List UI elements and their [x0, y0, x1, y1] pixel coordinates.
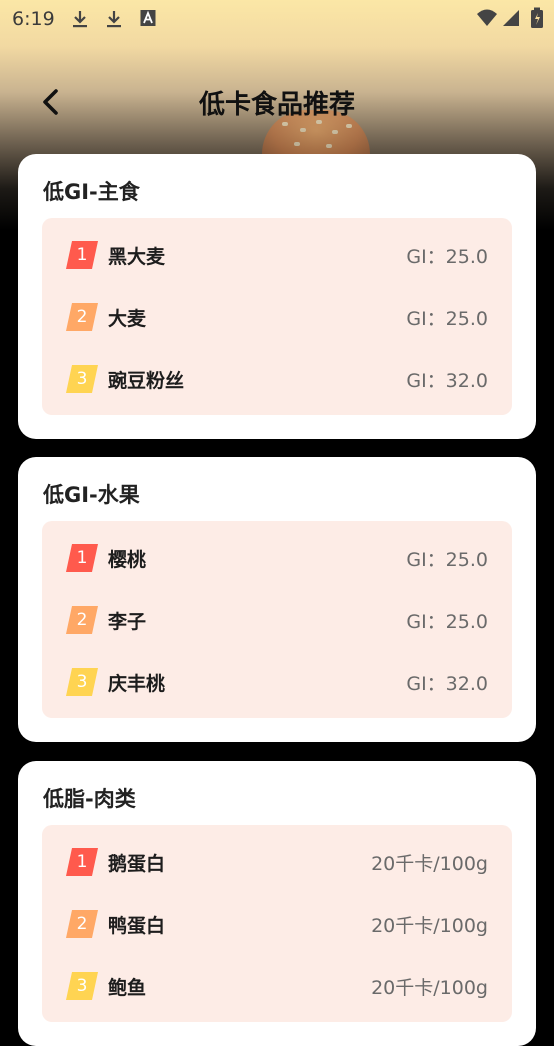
category-card: 低GI-水果 1 樱桃 GI：25.0 2 李子 GI：25.0 3 庆丰桃 G… — [18, 457, 536, 742]
food-name: 庆丰桃 — [108, 673, 166, 695]
rank-number: 3 — [76, 976, 88, 996]
rank-number: 3 — [76, 672, 88, 692]
list-item[interactable]: 3 庆丰桃 GI：32.0 — [42, 660, 512, 704]
food-list: 1 鹅蛋白 20千卡/100g 2 鸭蛋白 20千卡/100g 3 鲍鱼 20千… — [42, 825, 512, 1022]
list-item[interactable]: 2 大麦 GI：25.0 — [42, 295, 512, 339]
list-item[interactable]: 1 黑大麦 GI：25.0 — [42, 233, 512, 277]
signal-icon — [503, 10, 519, 26]
battery-icon — [531, 7, 543, 28]
food-value: GI：32.0 — [406, 673, 488, 695]
card-title: 低脂-肉类 — [43, 787, 136, 811]
food-name: 鸭蛋白 — [108, 915, 166, 937]
food-value: GI：25.0 — [406, 611, 488, 633]
list-item[interactable]: 1 鹅蛋白 20千卡/100g — [42, 840, 512, 884]
rank-number: 2 — [76, 307, 88, 327]
rank-number: 3 — [76, 369, 88, 389]
category-card: 低脂-肉类 1 鹅蛋白 20千卡/100g 2 鸭蛋白 20千卡/100g 3 … — [18, 761, 536, 1046]
food-value: GI：25.0 — [406, 246, 488, 268]
food-value: 20千卡/100g — [371, 853, 488, 875]
rank-number: 2 — [76, 610, 88, 630]
food-name: 樱桃 — [108, 549, 147, 571]
food-value: 20千卡/100g — [371, 915, 488, 937]
download-icon — [73, 11, 87, 28]
list-item[interactable]: 3 鲍鱼 20千卡/100g — [42, 964, 512, 1008]
category-card: 低GI-主食 1 黑大麦 GI：25.0 2 大麦 GI：25.0 3 豌豆粉丝… — [18, 154, 536, 439]
food-value: GI：25.0 — [406, 308, 488, 330]
rank-number: 2 — [76, 914, 88, 934]
rank-number: 1 — [76, 852, 88, 872]
list-item[interactable]: 2 鸭蛋白 20千卡/100g — [42, 902, 512, 946]
food-list: 1 樱桃 GI：25.0 2 李子 GI：25.0 3 庆丰桃 GI：32.0 — [42, 521, 512, 718]
food-name: 李子 — [108, 611, 147, 633]
card-title: 低GI-水果 — [43, 483, 140, 507]
list-item[interactable]: 1 樱桃 GI：25.0 — [42, 536, 512, 580]
food-name: 鹅蛋白 — [108, 853, 166, 875]
nav-bar: 低卡食品推荐 — [0, 76, 554, 128]
food-name: 大麦 — [108, 308, 147, 330]
food-name: 豌豆粉丝 — [108, 370, 185, 392]
status-bar: 6:19 — [0, 0, 554, 38]
food-name: 黑大麦 — [108, 246, 166, 268]
wifi-icon — [477, 9, 497, 26]
food-name: 鲍鱼 — [108, 977, 147, 999]
text-icon — [140, 10, 156, 26]
food-value: GI：25.0 — [406, 549, 488, 571]
rank-number: 1 — [76, 548, 88, 568]
rank-number: 1 — [76, 245, 88, 265]
download-icon — [107, 11, 121, 28]
food-value: GI：32.0 — [406, 370, 488, 392]
list-item[interactable]: 2 李子 GI：25.0 — [42, 598, 512, 642]
food-value: 20千卡/100g — [371, 977, 488, 999]
status-time: 6:19 — [12, 8, 55, 30]
card-title: 低GI-主食 — [43, 180, 140, 204]
page-title: 低卡食品推荐 — [198, 90, 355, 120]
list-item[interactable]: 3 豌豆粉丝 GI：32.0 — [42, 357, 512, 401]
food-list: 1 黑大麦 GI：25.0 2 大麦 GI：25.0 3 豌豆粉丝 GI：32.… — [42, 218, 512, 415]
